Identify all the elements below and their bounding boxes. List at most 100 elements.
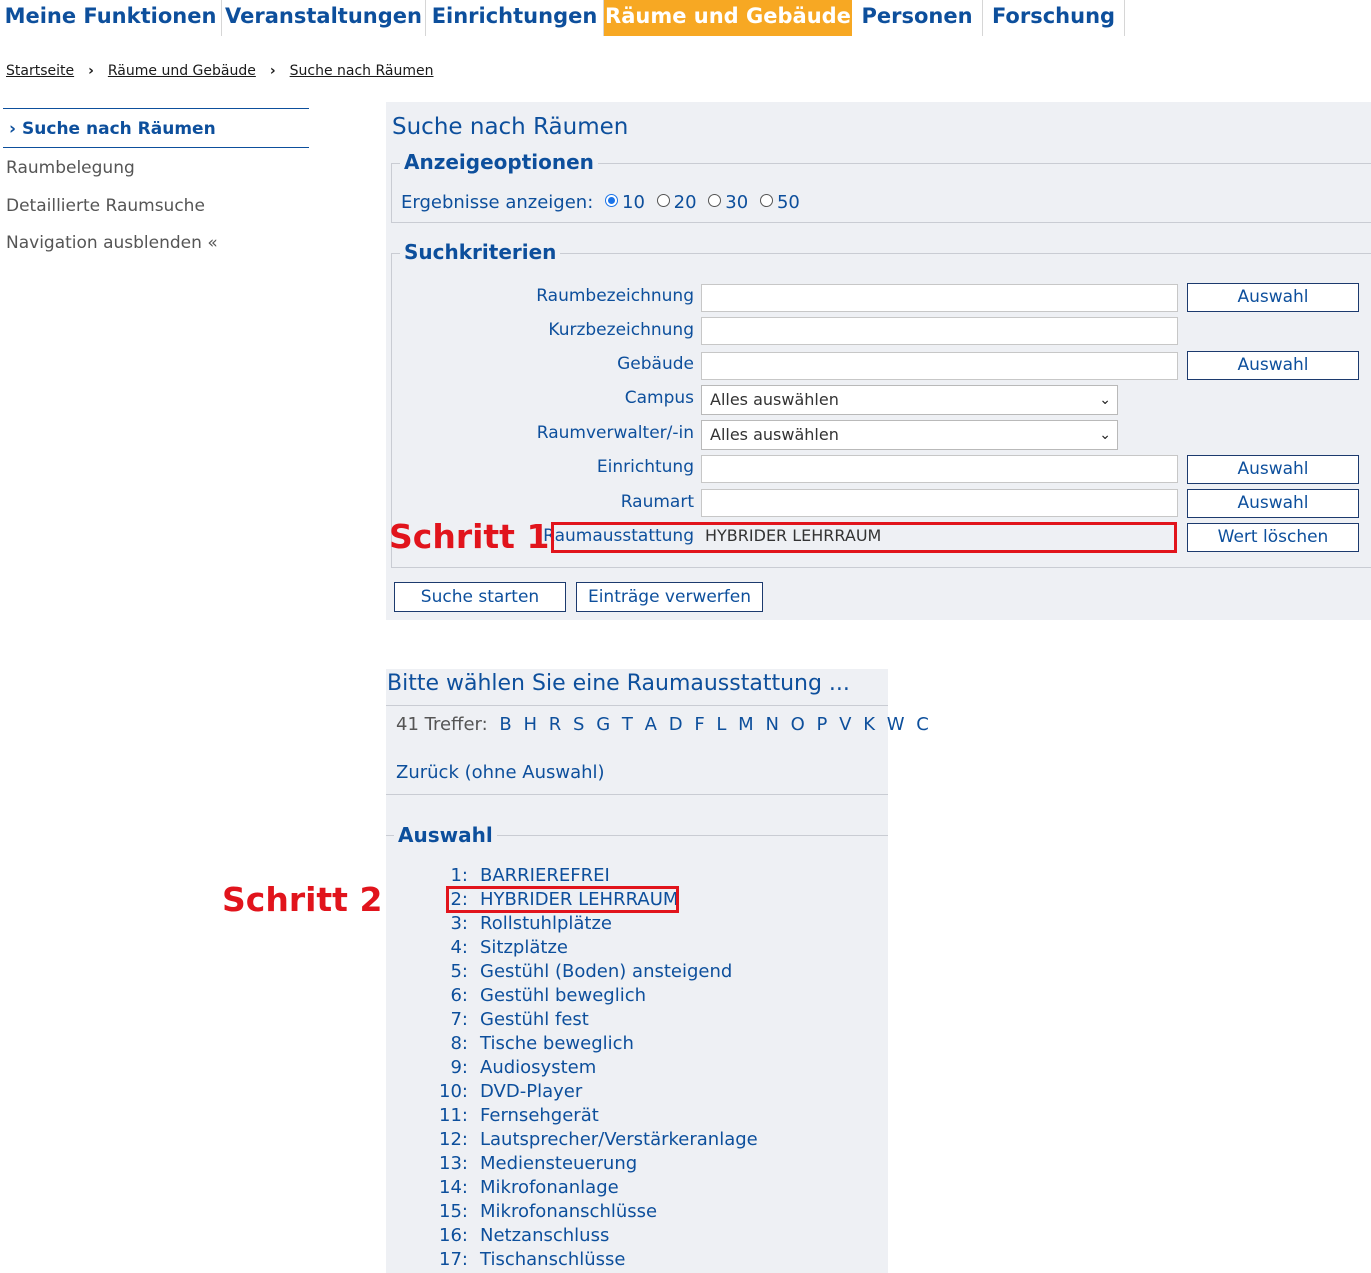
letter-link[interactable]: D bbox=[669, 714, 683, 735]
radio-50[interactable] bbox=[759, 194, 773, 207]
letter-link[interactable]: L bbox=[716, 714, 726, 735]
list-item-link[interactable]: Mikrofonanschlüsse bbox=[480, 1201, 657, 1222]
campus-select[interactable]: Alles auswählen ⌄ bbox=[701, 385, 1118, 415]
raumbezeichnung-auswahl-button[interactable]: Auswahl bbox=[1187, 283, 1359, 312]
list-item-number: 4: bbox=[450, 937, 468, 958]
list-item-number: 1: bbox=[450, 865, 468, 886]
breadcrumb-suche-nach-raeumen[interactable]: Suche nach Räumen bbox=[290, 63, 434, 79]
raumart-auswahl-button[interactable]: Auswahl bbox=[1187, 489, 1359, 518]
letter-link[interactable]: H bbox=[524, 714, 538, 735]
sidebar-item-navigation-ausblenden[interactable]: Navigation ausblenden « bbox=[6, 233, 218, 253]
list-item-link[interactable]: Sitzplätze bbox=[480, 937, 568, 958]
tab-personen[interactable]: Personen bbox=[852, 0, 983, 36]
list-item-link[interactable]: Lautsprecher/Verstärkeranlage bbox=[480, 1129, 758, 1150]
list-item: 6: Gestühl beweglich bbox=[426, 985, 646, 1009]
letter-link[interactable]: F bbox=[694, 714, 704, 735]
auswahl-legend: Auswahl bbox=[394, 823, 497, 847]
list-item-link[interactable]: Mikrofonanlage bbox=[480, 1177, 619, 1198]
list-item-link[interactable]: Rollstuhlplätze bbox=[480, 913, 612, 934]
radio-10[interactable] bbox=[605, 194, 619, 207]
letter-link[interactable]: G bbox=[596, 714, 610, 735]
breadcrumb-startseite[interactable]: Startseite bbox=[6, 63, 74, 79]
chevron-right-icon: › bbox=[9, 119, 17, 139]
sidebar-item-detaillierte-raumsuche[interactable]: Detaillierte Raumsuche bbox=[6, 196, 205, 216]
raumbezeichnung-input[interactable] bbox=[701, 284, 1178, 312]
list-item-number: 11: bbox=[439, 1105, 468, 1126]
gebaeude-auswahl-button[interactable]: Auswahl bbox=[1187, 351, 1359, 380]
list-item-link[interactable]: Tischanschlüsse bbox=[480, 1249, 626, 1270]
list-item: 15: Mikrofonanschlüsse bbox=[426, 1201, 657, 1225]
back-suffix: (ohne Auswahl) bbox=[464, 762, 605, 783]
list-item: 11: Fernsehgerät bbox=[426, 1105, 599, 1129]
letter-link[interactable]: S bbox=[573, 714, 584, 735]
display-options-legend: Anzeigeoptionen bbox=[400, 150, 598, 174]
einrichtung-input[interactable] bbox=[701, 455, 1178, 483]
results-label: Ergebnisse anzeigen: bbox=[401, 192, 594, 213]
list-item-link[interactable]: BARRIEREFREI bbox=[480, 865, 610, 886]
tab-meine-funktionen[interactable]: Meine Funktionen bbox=[0, 0, 222, 36]
letter-link[interactable]: K bbox=[863, 714, 875, 735]
raumart-input[interactable] bbox=[701, 489, 1178, 517]
list-item-link[interactable]: DVD-Player bbox=[480, 1081, 582, 1102]
letter-link[interactable]: O bbox=[791, 714, 805, 735]
step1-label: Schritt 1 bbox=[389, 517, 550, 556]
gebaeude-input[interactable] bbox=[701, 352, 1178, 380]
list-item: 13: Mediensteuerung bbox=[426, 1153, 637, 1177]
letter-link[interactable]: C bbox=[916, 714, 929, 735]
letter-link[interactable]: R bbox=[549, 714, 562, 735]
sidebar-item-label: Suche nach Räumen bbox=[22, 119, 216, 139]
einrichtung-auswahl-button[interactable]: Auswahl bbox=[1187, 455, 1359, 484]
list-item: 10: DVD-Player bbox=[426, 1081, 582, 1105]
list-item-link[interactable]: Netzanschluss bbox=[480, 1225, 609, 1246]
list-item-number: 15: bbox=[439, 1201, 468, 1222]
tab-veranstaltungen[interactable]: Veranstaltungen bbox=[222, 0, 426, 36]
sidebar-item-suche-nach-raeumen[interactable]: › Suche nach Räumen bbox=[3, 108, 309, 148]
letter-link[interactable]: V bbox=[839, 714, 851, 735]
sidebar-item-raumbelegung[interactable]: Raumbelegung bbox=[6, 158, 135, 178]
list-item: 5: Gestühl (Boden) ansteigend bbox=[426, 961, 732, 985]
back-link[interactable]: Zurück bbox=[396, 762, 459, 783]
list-item-link[interactable]: Fernsehgerät bbox=[480, 1105, 599, 1126]
label-kurzbezeichnung: Kurzbezeichnung bbox=[548, 320, 694, 340]
list-item: 9: Audiosystem bbox=[426, 1057, 596, 1081]
list-item-number: 14: bbox=[439, 1177, 468, 1198]
eintraege-verwerfen-button[interactable]: Einträge verwerfen bbox=[576, 582, 763, 612]
label-raumart: Raumart bbox=[620, 492, 694, 512]
radio-20[interactable] bbox=[656, 194, 670, 207]
tab-raeume-und-gebaeude[interactable]: Räume und Gebäude bbox=[604, 0, 852, 36]
breadcrumb-raeume-und-gebaeude[interactable]: Räume und Gebäude bbox=[108, 63, 256, 79]
list-item-number: 17: bbox=[439, 1249, 468, 1270]
letter-link[interactable]: B bbox=[499, 714, 511, 735]
list-item-link[interactable]: Audiosystem bbox=[480, 1057, 596, 1078]
wert-loeschen-button[interactable]: Wert löschen bbox=[1187, 523, 1359, 552]
radio-30[interactable] bbox=[708, 194, 722, 207]
list-item-number: 8: bbox=[450, 1033, 468, 1054]
list-item-link[interactable]: Tische beweglich bbox=[480, 1033, 634, 1054]
suche-starten-button[interactable]: Suche starten bbox=[394, 582, 566, 612]
tab-einrichtungen[interactable]: Einrichtungen bbox=[426, 0, 604, 36]
list-item-link[interactable]: Gestühl (Boden) ansteigend bbox=[480, 961, 732, 982]
letter-link[interactable]: T bbox=[622, 714, 633, 735]
letter-link[interactable]: P bbox=[817, 714, 828, 735]
label-gebaeude: Gebäude bbox=[617, 354, 694, 374]
results-per-page: Ergebnisse anzeigen: 10 20 30 50 bbox=[401, 192, 800, 213]
raumverwalter-select[interactable]: Alles auswählen ⌄ bbox=[701, 420, 1118, 450]
list-item-link[interactable]: Mediensteuerung bbox=[480, 1153, 637, 1174]
radio-10-label: 10 bbox=[622, 192, 645, 213]
selection-panel: Bitte wählen Sie eine Raumausstattung ..… bbox=[386, 669, 929, 1273]
list-item-link[interactable]: Gestühl beweglich bbox=[480, 985, 646, 1006]
tab-forschung[interactable]: Forschung bbox=[983, 0, 1125, 36]
kurzbezeichnung-input[interactable] bbox=[701, 317, 1178, 345]
letter-link[interactable]: N bbox=[765, 714, 778, 735]
letter-link[interactable]: M bbox=[738, 714, 754, 735]
list-item-link[interactable]: Gestühl fest bbox=[480, 1009, 589, 1030]
letter-link[interactable]: W bbox=[887, 714, 905, 735]
chevron-right-icon: › bbox=[88, 63, 94, 79]
letter-link[interactable]: A bbox=[645, 714, 657, 735]
list-item: 17: Tischanschlüsse bbox=[426, 1249, 626, 1273]
top-navigation: Meine Funktionen Veranstaltungen Einrich… bbox=[0, 0, 1371, 36]
list-item: 4: Sitzplätze bbox=[426, 937, 568, 961]
list-item: 12: Lautsprecher/Verstärkeranlage bbox=[426, 1129, 758, 1153]
list-item: 7: Gestühl fest bbox=[426, 1009, 589, 1033]
list-item-number: 3: bbox=[450, 913, 468, 934]
